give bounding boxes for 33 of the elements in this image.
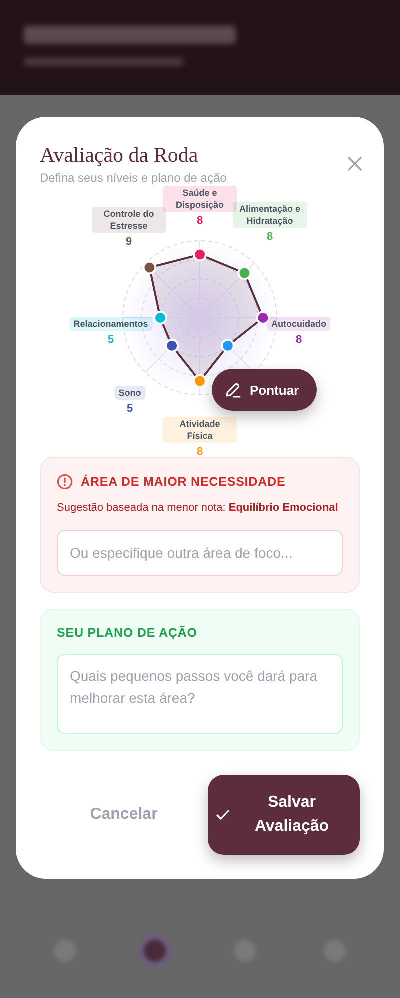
dialog-title: Avaliação da Roda (40, 142, 200, 169)
score-point[interactable] (193, 374, 207, 388)
focus-area-field[interactable]: Ou especifique outra área de foco... (57, 530, 343, 576)
score-point[interactable] (256, 311, 270, 325)
check-icon (216, 809, 230, 821)
area-score: 5 (126, 403, 134, 416)
area-label: Atividade Física (163, 417, 237, 443)
action-plan-field[interactable]: Quais pequenos passos você dará para melhorar esta área? (57, 654, 343, 734)
area-score: 5 (108, 334, 114, 347)
need-heading: ÁREA DE MAIOR NECESSIDADE (81, 475, 286, 489)
plan-heading: SEU PLANO DE AÇÃO (57, 626, 198, 640)
area-score: 8 (196, 446, 204, 459)
score-button[interactable]: Pontuar (212, 369, 318, 411)
area-score: 8 (196, 215, 204, 228)
area-label: Sono (114, 386, 146, 400)
score-point[interactable] (142, 260, 157, 275)
suggestion-text: Sugestão baseada na menor nota: Equilíbrio Emocional (57, 501, 340, 516)
area-label: Saúde e Disposição (163, 186, 237, 212)
area-label: Relacionamentos (70, 317, 152, 331)
close-icon (348, 157, 362, 171)
score-point[interactable] (165, 338, 180, 353)
pencil-icon (224, 381, 242, 399)
area-score: 8 (266, 231, 274, 244)
area-score: 9 (126, 236, 132, 249)
area-score: 8 (296, 334, 302, 347)
save-button[interactable]: Salvar Avaliação (208, 775, 360, 855)
dialog-subtitle: Defina seus níveis e plano de ação (40, 171, 227, 185)
area-label: Autocuidado (268, 317, 330, 331)
alert-icon (57, 474, 73, 490)
area-label: Alimentação e Hidratação (233, 202, 307, 228)
area-label: Controle do Estresse (92, 207, 166, 233)
blurred-nav-icon[interactable] (144, 940, 166, 962)
score-point[interactable] (220, 338, 235, 353)
